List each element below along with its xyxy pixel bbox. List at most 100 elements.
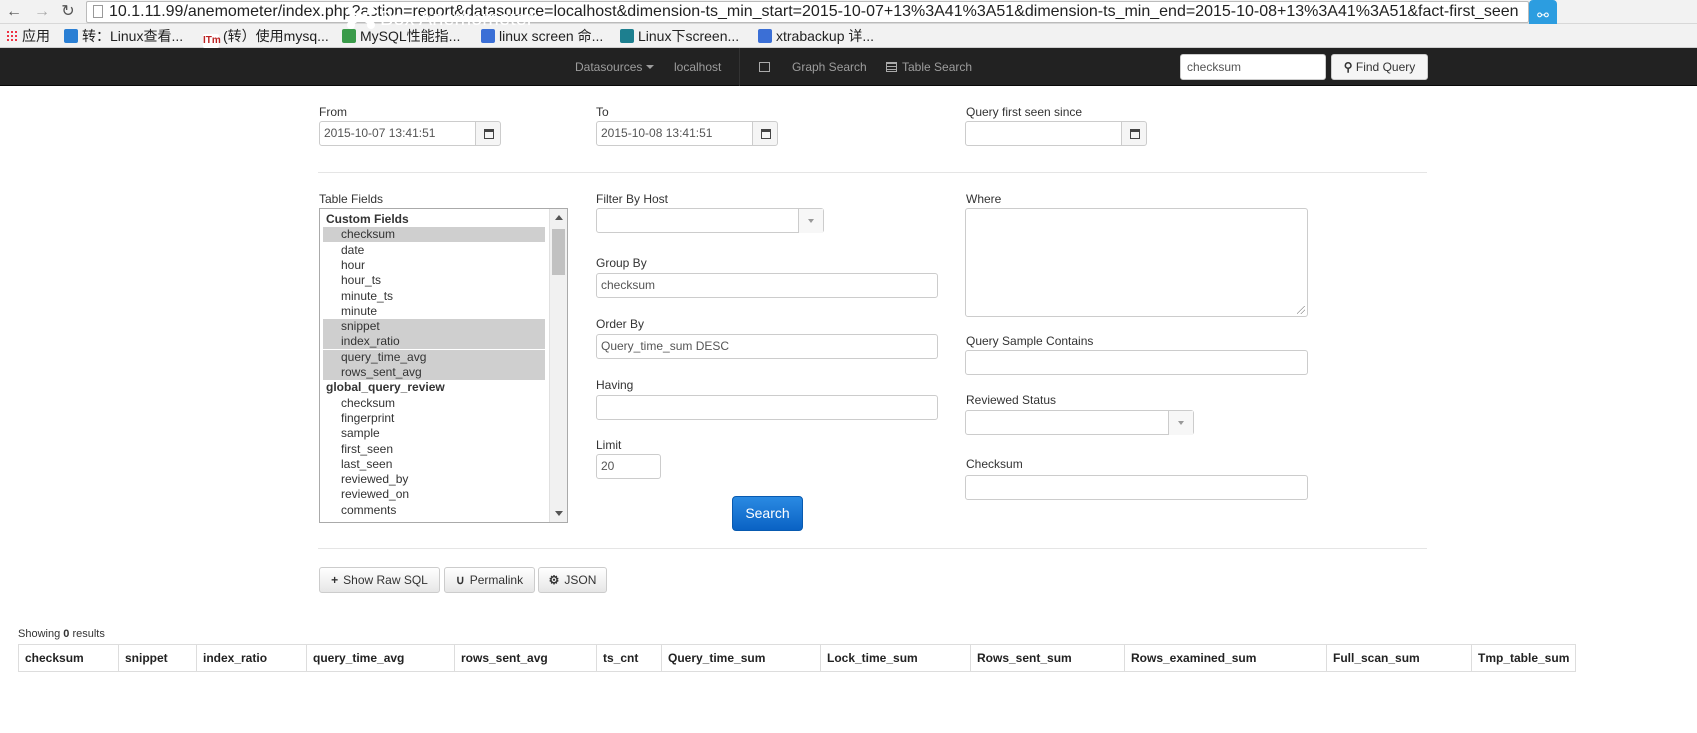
field-option[interactable]: query_time_avg — [323, 349, 545, 365]
field-option[interactable]: comments — [323, 503, 545, 518]
url-field[interactable]: 10.1.11.99/anemometer/index.php?action=r… — [86, 1, 1529, 23]
field-option[interactable]: reviewed_by — [323, 472, 545, 487]
field-option[interactable]: hour — [323, 258, 545, 273]
column-header[interactable]: Tmp_table_sum — [1470, 644, 1577, 672]
table-search-label: Table Search — [902, 60, 973, 74]
json-button[interactable]: ⚙ JSON — [538, 567, 607, 593]
navbar-search-input[interactable]: checksum — [1180, 54, 1326, 80]
first-seen-input[interactable] — [965, 121, 1122, 146]
checksum-input[interactable] — [965, 475, 1308, 500]
field-option[interactable]: checksum — [323, 396, 545, 411]
bookmark-apps[interactable]: 应用 — [6, 27, 50, 45]
search-button[interactable]: Search — [732, 496, 803, 531]
sample-contains-label: Query Sample Contains — [966, 334, 1094, 348]
column-header[interactable]: index_ratio — [196, 644, 307, 672]
bookmark-xtrabackup[interactable]: xtrabackup 详... — [758, 27, 874, 45]
resize-grip-icon[interactable] — [1297, 306, 1305, 314]
find-query-button[interactable]: ⚲ Find Query — [1331, 54, 1428, 80]
table-fields-select[interactable]: Custom Fields checksum date hour hour_ts minu… — [319, 208, 568, 523]
browser-address-bar: ← → ↻ 10.1.11.99/anemometer/index.php?ac… — [0, 0, 1697, 30]
show-raw-sql-button[interactable]: + Show Raw SQL — [319, 567, 440, 593]
bookmarks-bar: 应用 转：Linux查看... ITm (转）使用mysq... MySQL性能指… — [0, 24, 1697, 48]
chevron-down-icon[interactable] — [798, 209, 823, 233]
column-header[interactable]: query_time_avg — [306, 644, 455, 672]
column-header[interactable]: ts_cnt — [596, 644, 662, 672]
scroll-up-icon[interactable] — [555, 215, 563, 220]
section-divider — [318, 548, 1427, 549]
field-option[interactable]: hour_ts — [323, 273, 545, 288]
having-input[interactable] — [596, 395, 938, 420]
host-link[interactable]: localhost — [674, 59, 721, 75]
first-seen-calendar-button[interactable] — [1121, 121, 1147, 146]
forward-arrow-icon[interactable]: → — [32, 2, 52, 22]
bookmark-mysql-use[interactable]: ITm (转）使用mysq... — [203, 27, 329, 48]
calendar-icon — [761, 129, 771, 139]
from-date-input[interactable]: 2015-10-07 13:41:51 — [319, 121, 476, 146]
from-label: From — [319, 105, 347, 119]
group-by-input[interactable]: checksum — [596, 273, 938, 298]
to-calendar-button[interactable] — [752, 121, 778, 146]
column-header[interactable]: Full_scan_sum — [1326, 644, 1472, 672]
sample-contains-input[interactable] — [965, 350, 1308, 375]
table-icon — [886, 62, 897, 72]
column-header[interactable]: Rows_examined_sum — [1124, 644, 1327, 672]
bookmark-linux-view[interactable]: 转：Linux查看... — [64, 27, 183, 45]
results-count: 0 — [63, 628, 70, 640]
table-header-row: checksum snippet index_ratio query_time_avg… — [18, 644, 1577, 672]
having-label: Having — [596, 378, 634, 392]
calendar-icon — [1130, 129, 1140, 139]
datasources-dropdown[interactable]: Datasources — [575, 59, 655, 75]
globe-icon — [758, 29, 772, 43]
filter-host-select[interactable] — [596, 208, 824, 233]
filter-host-label: Filter By Host — [596, 192, 669, 206]
vertical-scrollbar[interactable] — [549, 209, 567, 522]
limit-input[interactable]: 20 — [596, 454, 661, 479]
field-option[interactable]: last_seen — [323, 457, 545, 472]
reload-icon[interactable]: ↻ — [58, 2, 78, 22]
field-option[interactable]: rows_sent_avg — [323, 365, 545, 380]
to-date-input[interactable]: 2015-10-08 13:41:51 — [596, 121, 753, 146]
bookmark-label: 转：Linux查看... — [82, 28, 184, 44]
results-summary: Showing 0 results — [18, 628, 105, 640]
chevron-down-icon[interactable] — [1168, 411, 1193, 435]
column-header[interactable]: rows_sent_avg — [454, 644, 597, 672]
magnet-icon: ∪ — [455, 573, 465, 587]
column-header[interactable]: Lock_time_sum — [820, 644, 971, 672]
limit-label: Limit — [596, 438, 622, 452]
where-textarea[interactable] — [965, 208, 1308, 317]
to-label: To — [596, 105, 609, 119]
permalink-button[interactable]: ∪ Permalink — [444, 567, 535, 593]
table-fields-label: Table Fields — [319, 192, 384, 206]
back-arrow-icon[interactable]: ← — [4, 2, 24, 22]
field-option[interactable]: checksum — [323, 227, 545, 243]
section-divider — [318, 172, 1427, 173]
order-by-input[interactable]: Query_time_sum DESC — [596, 334, 938, 359]
brand[interactable]: Box Anemometer — [346, 6, 533, 32]
graph-search-label[interactable]: Graph Search — [792, 59, 867, 75]
field-option[interactable]: sample — [323, 426, 545, 441]
field-option[interactable]: minute — [323, 304, 545, 319]
column-header[interactable]: checksum — [18, 644, 119, 672]
field-option[interactable]: snippet — [323, 319, 545, 335]
graph-search-link[interactable] — [759, 59, 775, 75]
column-header[interactable]: snippet — [118, 644, 197, 672]
scrollbar-thumb[interactable] — [552, 229, 565, 275]
field-option[interactable]: minute_ts — [323, 289, 545, 304]
field-option[interactable]: date — [323, 243, 545, 258]
field-option[interactable]: index_ratio — [323, 334, 545, 350]
picture-icon — [759, 62, 770, 72]
find-query-label: Find Query — [1355, 60, 1416, 74]
table-search-link[interactable]: Table Search — [886, 59, 972, 75]
field-option[interactable]: first_seen — [323, 442, 545, 457]
field-option[interactable]: reviewed_on — [323, 487, 545, 502]
column-header[interactable]: Rows_sent_sum — [970, 644, 1125, 672]
column-header[interactable]: Query_time_sum — [661, 644, 821, 672]
results-table: checksum snippet index_ratio query_time_avg… — [18, 644, 1577, 672]
bookmark-linux-screen-2[interactable]: Linux下screen... — [620, 27, 739, 45]
search-icon: ⚲ — [1343, 60, 1353, 74]
from-calendar-button[interactable] — [475, 121, 501, 146]
results-suffix: results — [72, 628, 105, 640]
scroll-down-icon[interactable] — [555, 511, 563, 516]
reviewed-status-select[interactable] — [965, 410, 1194, 435]
field-option[interactable]: fingerprint — [323, 411, 545, 426]
